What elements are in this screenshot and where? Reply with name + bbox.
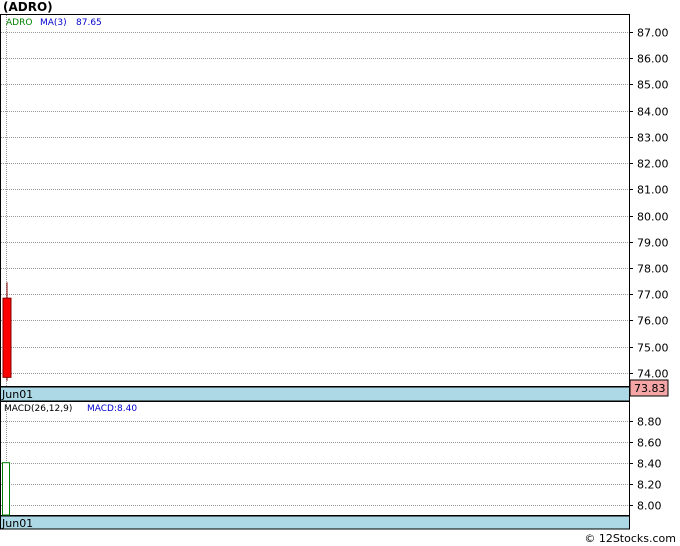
price-tick-label: 84.00 — [637, 106, 669, 119]
last-price-label: 73.83 — [634, 382, 666, 395]
price-tick-label: 76.00 — [637, 315, 669, 328]
price-tick-label: 79.00 — [637, 237, 669, 250]
macd-tick-label: 8.60 — [637, 437, 662, 450]
watermark: © 12Stocks.com — [584, 532, 676, 545]
price-date-strip — [0, 386, 630, 402]
legend-ma-label: MA(3) — [40, 18, 67, 28]
price-panel-frame — [0, 14, 630, 387]
macd-date-label: Jun01 — [1, 517, 33, 530]
price-tick-label: 86.00 — [637, 53, 669, 66]
macd-tick-label: 8.00 — [637, 500, 662, 513]
price-tick-label: 85.00 — [637, 79, 669, 92]
candle-body — [2, 297, 12, 378]
price-tick-label: 82.00 — [637, 158, 669, 171]
macd-y-axis: 8.00 8.20 8.40 8.60 8.80 — [629, 416, 662, 513]
macd-legend: MACD(26,12,9) MACD:8.40 — [4, 404, 137, 414]
price-y-axis: 74.00 75.00 76.00 77.00 78.00 79.00 80.00 81.00… — [629, 27, 669, 381]
macd-bars — [2, 462, 10, 516]
stock-chart: 74.00 75.00 76.00 77.00 78.00 79.00 80.00 81.00… — [0, 14, 669, 530]
legend-ma-value: 87.65 — [76, 18, 102, 28]
price-panel: 74.00 75.00 76.00 77.00 78.00 79.00 80.00 81.00… — [0, 14, 669, 402]
macd-legend-value: MACD:8.40 — [87, 404, 137, 414]
price-tick-label: 74.00 — [637, 368, 669, 381]
macd-legend-title: MACD(26,12,9) — [4, 404, 72, 414]
price-tick-label: 81.00 — [637, 184, 669, 197]
legend-ticker: ADRO — [6, 18, 32, 28]
price-tick-label: 77.00 — [637, 289, 669, 302]
price-tick-label: 78.00 — [637, 263, 669, 276]
price-tick-label: 87.00 — [637, 27, 669, 40]
price-date-label: Jun01 — [1, 388, 33, 401]
macd-tick-label: 8.40 — [637, 458, 662, 471]
price-legend: ADRO MA(3) 87.65 — [6, 18, 102, 28]
price-tick-label: 75.00 — [637, 342, 669, 355]
macd-tick-label: 8.20 — [637, 479, 662, 492]
macd-tick-label: 8.80 — [637, 416, 662, 429]
macd-panel: 8.00 8.20 8.40 8.60 8.80 MACD(26,12,9) MACD:… — [0, 401, 662, 530]
macd-panel-frame — [0, 401, 630, 516]
price-tick-label: 83.00 — [637, 132, 669, 145]
macd-date-strip — [0, 515, 630, 530]
price-tick-label: 80.00 — [637, 211, 669, 224]
macd-bar — [2, 462, 10, 516]
